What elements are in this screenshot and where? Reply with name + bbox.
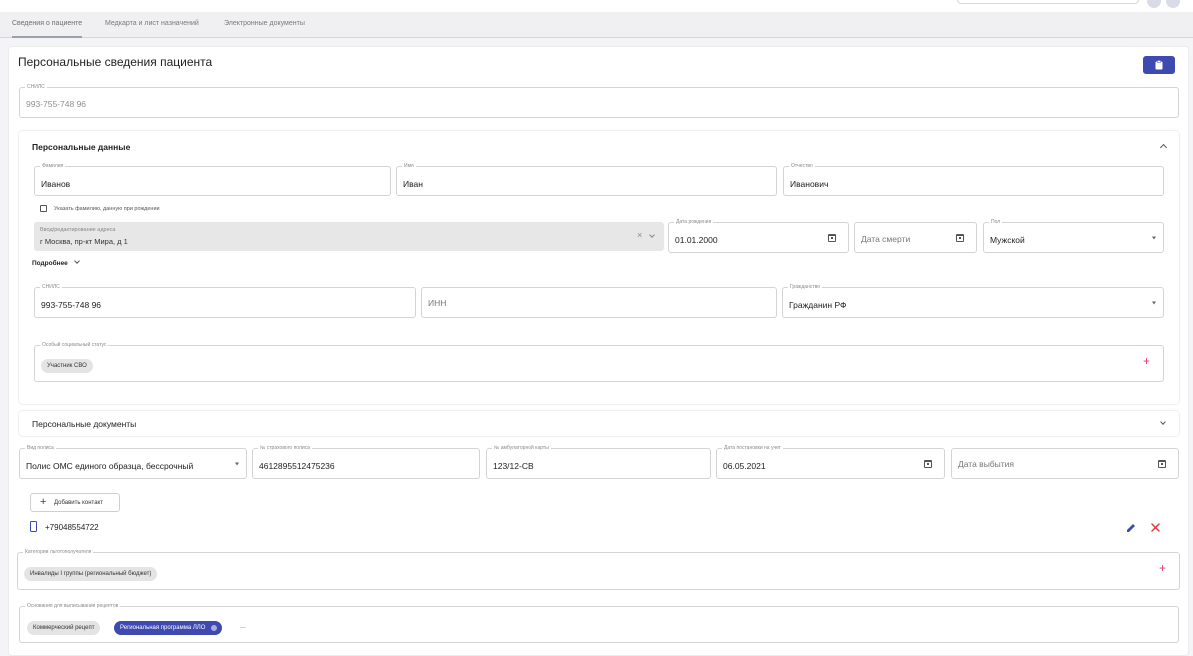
birth-name-checkbox[interactable] xyxy=(40,205,47,212)
snils-value: 993-755-748 96 xyxy=(41,300,102,310)
surname-field[interactable]: Фамилия Иванов xyxy=(34,162,391,196)
dropdown-arrow-icon xyxy=(1152,301,1156,304)
name-value: Иван xyxy=(403,179,423,189)
add-contact-label: Добавить контакт xyxy=(54,500,103,506)
clear-icon[interactable]: × xyxy=(637,231,642,240)
gender-select[interactable]: Пол Мужской xyxy=(983,218,1164,253)
clipboard-button[interactable] xyxy=(1143,56,1175,74)
tab-medcard[interactable]: Медкарта и лист назначений xyxy=(105,12,199,38)
prescription-grounds-field[interactable]: Основания для выписывания рецептов Комме… xyxy=(19,602,1179,643)
benefit-categories-field[interactable]: Категории льготополучателя Инвалиды I гр… xyxy=(17,548,1180,590)
registration-date-field[interactable]: Дата постановки на учет 06.05.2021 xyxy=(716,444,945,479)
birth-date-field[interactable]: Дата рождения 01.01.2000 xyxy=(668,218,849,253)
delete-icon[interactable] xyxy=(1151,523,1160,532)
policy-type-value: Полис ОМС единого образца, бессрочный xyxy=(26,461,194,471)
registration-date-label: Дата постановки на учет xyxy=(722,444,783,452)
contact-phone: +79048554722 xyxy=(45,523,99,532)
patronymic-label: Отчество xyxy=(789,162,815,170)
documents-section[interactable] xyxy=(19,411,1179,436)
page-title: Персональные сведения пациента xyxy=(18,55,213,69)
calendar-icon[interactable] xyxy=(1158,459,1166,468)
birth-date-value: 01.01.2000 xyxy=(675,235,718,245)
social-status-field[interactable]: Особый социальный статус Участник СВО + xyxy=(34,341,1164,382)
chevron-down-icon[interactable] xyxy=(649,232,655,238)
surname-label: Фамилия xyxy=(40,162,66,170)
social-status-label: Особый социальный статус xyxy=(40,341,109,349)
patronymic-field[interactable]: Отчество Иванович xyxy=(783,162,1164,196)
calendar-icon[interactable] xyxy=(828,233,836,242)
phone-icon xyxy=(30,521,37,532)
prescription-grounds-label: Основания для выписывания рецептов xyxy=(25,602,121,610)
plus-icon: + xyxy=(40,496,47,508)
tab-bar: Сведения о пациенте Медкарта и лист назн… xyxy=(0,12,1193,38)
snils-label: СНИЛС xyxy=(40,283,62,291)
personal-data-title: Персональные данные xyxy=(32,142,131,152)
calendar-icon[interactable] xyxy=(956,233,964,242)
documents-title: Персональные документы xyxy=(32,419,137,429)
leave-date-field[interactable]: Дата выбытия xyxy=(951,448,1179,479)
search-input[interactable] xyxy=(957,0,1139,4)
citizenship-value: Гражданин РФ xyxy=(789,300,847,310)
policy-type-select[interactable]: Вид полиса Полис ОМС единого образца, бе… xyxy=(19,444,247,479)
name-label: Имя xyxy=(402,162,416,170)
policy-number-field[interactable]: № страхового полиса 4612895512475236 xyxy=(252,444,480,479)
address-label: Ввод/редактирование адреса xyxy=(40,227,116,233)
benefit-categories-label: Категории льготополучателя xyxy=(23,548,94,556)
more-indicator: ... xyxy=(240,623,246,630)
snils-top-label: СНИЛС xyxy=(25,83,47,91)
birth-date-label: Дата рождения xyxy=(674,218,714,226)
card-number-label: № амбулаторной карты xyxy=(492,444,551,452)
snils-field[interactable]: СНИЛС 993-755-748 96 xyxy=(34,283,416,318)
address-field[interactable]: Ввод/редактирование адреса г Москва, пр-… xyxy=(34,222,664,251)
address-value: г Москва, пр-кт Мира, д 1 xyxy=(40,237,128,246)
patronymic-value: Иванович xyxy=(790,179,829,189)
more-link-label: Подробнее xyxy=(32,260,68,267)
citizenship-label: Гражданство xyxy=(788,283,822,291)
inn-placeholder: ИНН xyxy=(428,298,447,308)
card-number-field[interactable]: № амбулаторной карты 123/12-СВ xyxy=(486,444,711,479)
chip-remove-icon[interactable] xyxy=(211,625,218,631)
gender-label: Пол xyxy=(989,218,1003,226)
inn-field[interactable]: ИНН xyxy=(421,287,777,318)
tab-patient-info[interactable]: Сведения о пациенте xyxy=(12,12,83,38)
benefit-category-chip[interactable]: Инвалиды I группы (региональный бюджет) xyxy=(24,567,158,581)
snils-top-value: 993-755-748 96 xyxy=(26,99,87,109)
prescription-chip-regional-label: Региональная программа ЛЛО xyxy=(120,625,206,631)
prescription-chip-commercial[interactable]: Коммерческий рецепт xyxy=(27,621,101,635)
surname-value: Иванов xyxy=(41,179,71,189)
plus-icon[interactable]: + xyxy=(1143,355,1150,367)
snils-top-field[interactable]: СНИЛС 993-755-748 96 xyxy=(19,83,1179,118)
more-link[interactable]: Подробнее xyxy=(32,260,68,267)
gender-value: Мужской xyxy=(990,235,1025,245)
leave-date-placeholder: Дата выбытия xyxy=(958,459,1015,469)
prescription-chip-regional[interactable]: Региональная программа ЛЛО xyxy=(114,621,223,635)
edit-icon[interactable] xyxy=(1126,523,1136,533)
plus-icon[interactable]: + xyxy=(1159,562,1166,574)
death-date-field[interactable]: Дата смерти xyxy=(854,222,977,253)
name-field[interactable]: Имя Иван xyxy=(396,162,777,196)
policy-number-value: 4612895512475236 xyxy=(259,461,335,471)
dropdown-arrow-icon xyxy=(235,462,239,465)
citizenship-select[interactable]: Гражданство Гражданин РФ xyxy=(782,283,1164,318)
death-date-placeholder: Дата смерти xyxy=(861,234,911,244)
calendar-icon[interactable] xyxy=(924,459,932,468)
social-status-chip[interactable]: Участник СВО xyxy=(41,359,93,373)
add-contact-button[interactable]: + Добавить контакт xyxy=(30,493,120,512)
dropdown-arrow-icon xyxy=(1152,236,1156,239)
policy-type-label: Вид полиса xyxy=(25,444,56,452)
birth-name-label: Указать фамилию, данную при рождении xyxy=(54,206,160,212)
registration-date-value: 06.05.2021 xyxy=(723,461,766,471)
policy-number-label: № страхового полиса xyxy=(258,444,312,452)
card-number-value: 123/12-СВ xyxy=(493,461,534,471)
tab-edocs[interactable]: Электронные документы xyxy=(224,12,305,38)
clipboard-icon xyxy=(1155,60,1163,70)
